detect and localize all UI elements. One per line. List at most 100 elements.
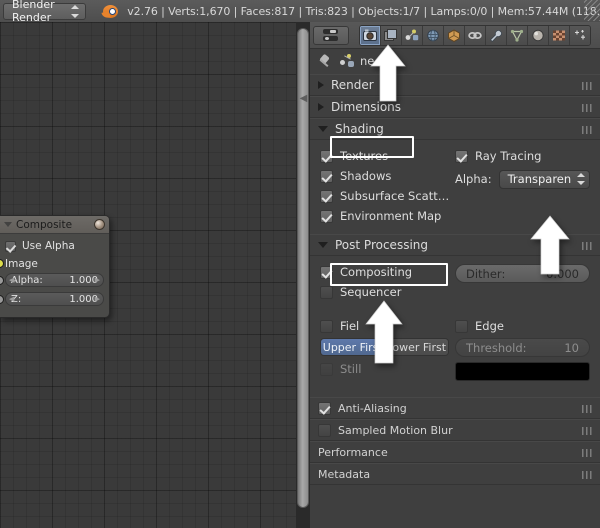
panel-header-anti-aliasing[interactable]: Anti-Aliasing [310,397,600,419]
pin-icon[interactable] [318,53,332,68]
sequencer-checkbox[interactable] [320,285,333,299]
panel-title-dimensions: Dimensions [331,100,402,114]
environment-map-row[interactable]: Environment Map [320,206,455,226]
tab-constraints[interactable] [465,25,486,45]
still-label: Still [340,362,362,376]
tab-object-data[interactable] [507,25,528,45]
tab-scene[interactable] [402,25,423,45]
still-checkbox[interactable] [320,362,333,376]
ray-tracing-row[interactable]: Ray Tracing [455,146,590,166]
panel-header-post-processing[interactable]: Post Processing [310,234,600,256]
panel-body-post-processing: Compositing Sequencer Dither: 0.000 Fiel… [310,256,600,389]
textures-checkbox[interactable] [320,149,333,163]
chevron-right-icon[interactable]: ▶ [95,276,100,284]
tab-render[interactable] [360,25,381,45]
panel-drag-grip[interactable] [582,104,593,112]
use-alpha-checkbox[interactable] [5,240,16,252]
composite-node-body: Use Alpha Image ◀ Alpha: 1.000 ▶ ◀ Z: 1.… [0,234,109,317]
subsurface-scattering-row[interactable]: Subsurface Scatt… [320,186,455,206]
subsurface-scattering-checkbox[interactable] [320,189,333,203]
edge-color-swatch[interactable] [455,362,590,381]
composite-node-title: Composite [16,218,73,231]
shadows-checkbox[interactable] [320,169,333,183]
tab-particles[interactable] [570,25,590,45]
panel-header-sampled-motion-blur[interactable]: Sampled Motion Blur [310,419,600,441]
dither-label: Dither: [466,266,506,281]
panel-drag-grip[interactable] [582,126,593,134]
chevron-left-icon[interactable]: ◀ [9,295,14,303]
sampled-motion-blur-checkbox[interactable] [318,423,331,437]
alpha-mode-dropdown[interactable]: Transparen [498,169,590,189]
edge-row[interactable]: Edge [455,316,590,336]
panel-header-metadata[interactable]: Metadata [310,463,600,485]
z-socket[interactable] [0,295,4,304]
sequencer-row[interactable]: Sequencer [320,282,455,302]
composite-node[interactable]: Composite Use Alpha Image ◀ Alpha: 1.000… [0,215,110,318]
dither-slider[interactable]: Dither: 0.000 [455,264,590,283]
panel-title-metadata: Metadata [318,467,371,481]
edge-label: Edge [475,319,504,333]
panel-drag-grip[interactable] [582,449,593,457]
properties-panel-list: Render Dimensions Shading Textures Shado… [310,74,600,528]
tab-render-layers[interactable] [381,25,402,45]
area-corner-grip[interactable] [584,0,600,21]
shading-left-column: Textures Shadows Subsurface Scatt… Envir… [320,146,455,226]
panel-header-dimensions[interactable]: Dimensions [310,96,600,118]
use-alpha-row[interactable]: Use Alpha [5,238,104,254]
panel-drag-grip[interactable] [582,82,593,90]
fields-row[interactable]: Fiel [320,316,449,336]
triangle-right-icon [318,81,324,89]
edge-checkbox[interactable] [455,319,468,333]
breadcrumb: ne [310,48,600,74]
panel-title-sampled-motion-blur: Sampled Motion Blur [338,423,453,437]
compositing-checkbox[interactable] [320,265,333,279]
field-order-lower-first[interactable]: Lower First [384,339,448,355]
still-row[interactable]: Still [320,359,449,379]
alpha-mode-row: Alpha: Transparen [455,168,590,190]
panel-header-shading[interactable]: Shading [310,118,600,140]
tab-material[interactable] [528,25,549,45]
environment-map-label: Environment Map [340,209,442,223]
edge-column: Edge Threshold: 10 [455,316,590,381]
alpha-socket[interactable] [0,276,4,285]
tab-modifiers[interactable] [486,25,507,45]
image-socket[interactable] [0,259,4,268]
panel-drag-grip[interactable] [582,242,593,250]
tab-object[interactable] [444,25,465,45]
chevron-right-icon[interactable]: ▶ [95,295,100,303]
dither-value: 0.000 [546,266,579,281]
alpha-slider[interactable]: ◀ Alpha: 1.000 ▶ [5,273,104,287]
panel-drag-grip[interactable] [582,427,593,435]
alpha-value-row[interactable]: ◀ Alpha: 1.000 ▶ [0,273,104,290]
chevron-left-icon[interactable]: ◀ [9,276,14,284]
tab-world[interactable] [423,25,444,45]
fields-checkbox[interactable] [320,319,333,333]
render-engine-dropdown[interactable]: Blender Render [3,0,87,22]
properties-editor-icon[interactable] [313,25,349,45]
tab-texture[interactable] [549,25,570,45]
environment-map-checkbox[interactable] [320,209,333,223]
compositing-row[interactable]: Compositing [320,262,455,282]
anti-aliasing-checkbox[interactable] [318,401,331,415]
textures-row[interactable]: Textures [320,146,455,166]
panel-drag-grip[interactable] [582,471,593,479]
panel-header-render[interactable]: Render [310,74,600,96]
field-order-toggle[interactable]: Upper First Lower First [320,338,449,356]
panel-title-anti-aliasing: Anti-Aliasing [338,401,407,415]
chevron-left-icon[interactable]: ◀ [298,90,309,106]
z-value-row[interactable]: ◀ Z: 1.000 ▶ [0,292,104,309]
triangle-right-icon [318,103,324,111]
ray-tracing-checkbox[interactable] [455,149,468,163]
ray-tracing-label: Ray Tracing [475,149,542,163]
shadows-row[interactable]: Shadows [320,166,455,186]
panel-drag-grip[interactable] [582,405,593,413]
scene-statistics-text: v2.76 | Verts:1,670 | Faces:817 | Tris:8… [127,4,600,18]
properties-tab-strip[interactable] [359,24,591,46]
composite-node-header[interactable]: Composite [0,216,109,234]
panel-header-performance[interactable]: Performance [310,441,600,463]
edge-threshold-slider[interactable]: Threshold: 10 [455,338,590,357]
triangle-down-icon[interactable] [4,222,12,227]
z-slider[interactable]: ◀ Z: 1.000 ▶ [5,292,104,306]
node-editor-area[interactable]: Composite Use Alpha Image ◀ Alpha: 1.000… [0,22,296,528]
field-order-upper-first[interactable]: Upper First [321,339,385,355]
